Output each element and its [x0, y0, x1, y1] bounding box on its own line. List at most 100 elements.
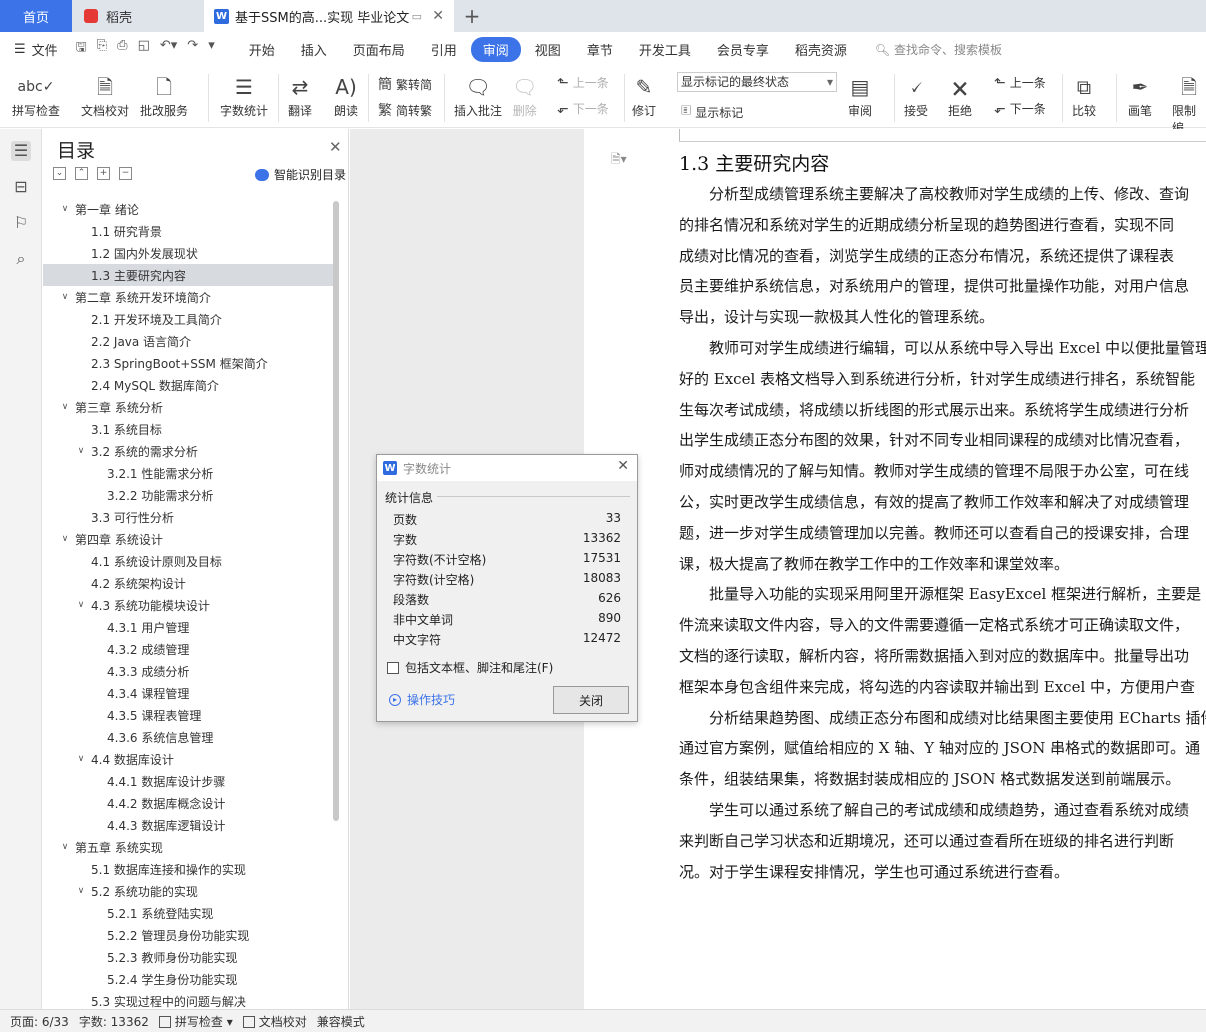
toc-item[interactable]: 4.2 系统架构设计 — [43, 572, 333, 594]
save-icon[interactable]: 🖫 — [76, 38, 87, 60]
simplified-to-traditional-button[interactable]: 繁 简转繁 — [378, 100, 432, 120]
chapter-nav-icon[interactable]: ⊟ — [11, 177, 31, 197]
chevron-down-icon[interactable]: ∨ — [59, 534, 71, 544]
toc-item[interactable]: 3.3 可行性分析 — [43, 506, 333, 528]
toc-item[interactable]: ∨ 5.2 系统功能的实现 — [43, 880, 333, 902]
toc-item[interactable]: ∨ 第三章 系统分析 — [43, 396, 333, 418]
toc-item[interactable]: ∨ 第四章 系统设计 — [43, 528, 333, 550]
toc-item[interactable]: 5.2.3 教师身份功能实现 — [43, 946, 333, 968]
toc-item[interactable]: 2.2 Java 语言简介 — [43, 330, 333, 352]
menu-developer[interactable]: 开发工具 — [627, 37, 703, 62]
toc-scrollbar[interactable] — [333, 201, 339, 821]
close-tab-icon[interactable]: ✕ — [432, 8, 444, 24]
batch-service-button[interactable]: 🗋 批改服务 — [140, 72, 188, 119]
add-heading-icon[interactable]: + — [97, 167, 110, 180]
spell-check-button[interactable]: abc✓ 拼写检查 — [12, 72, 60, 119]
chevron-down-icon[interactable]: ∨ — [75, 886, 87, 896]
prev-comment-button[interactable]: ⬑ 上一条 — [557, 74, 609, 91]
page-indicator[interactable]: 页面: 6/33 — [10, 1013, 69, 1030]
menu-review[interactable]: 审阅 — [470, 36, 521, 62]
chevron-down-icon[interactable]: ∨ — [75, 600, 87, 610]
tips-link[interactable]: ▸ 操作技巧 — [389, 691, 455, 708]
toc-item[interactable]: 4.3.4 课程管理 — [43, 682, 333, 704]
translate-button[interactable]: ⇄ 翻译 — [288, 72, 312, 119]
markup-state-select[interactable]: 显示标记的最终状态 — [677, 72, 837, 92]
paragraph-layout-icon[interactable]: 🗎▾ — [611, 150, 627, 171]
toc-item[interactable]: 1.3 主要研究内容 — [43, 264, 333, 286]
close-button[interactable]: 关闭 — [553, 686, 629, 714]
toc-item[interactable]: 5.3 实现过程中的问题与解决 — [43, 990, 333, 1009]
toc-item[interactable]: 1.2 国内外发展现状 — [43, 242, 333, 264]
close-toc-icon[interactable]: ✕ — [329, 138, 342, 156]
pen-button[interactable]: ✒ 画笔 — [1128, 72, 1152, 119]
collapse-all-icon[interactable]: ⌄ — [53, 167, 66, 180]
restrict-editing-button[interactable]: 🗎 限制编 — [1172, 72, 1206, 136]
insert-comment-button[interactable]: 🗨 插入批注 — [454, 72, 502, 119]
toc-item[interactable]: 2.3 SpringBoot+SSM 框架简介 — [43, 352, 333, 374]
proofread-status[interactable]: 文档校对 — [242, 1013, 307, 1030]
next-comment-button[interactable]: ⬐ 下一条 — [557, 100, 609, 117]
tab-document[interactable]: W 基于SSM的高...实现 毕业论文 ▭ ✕ — [204, 0, 454, 32]
chevron-down-icon[interactable]: ∨ — [75, 446, 87, 456]
window-pin-icon[interactable]: ▭ — [412, 10, 422, 23]
dialog-close-icon[interactable]: ✕ — [617, 458, 629, 474]
next-change-button[interactable]: ⬐ 下一条 — [994, 100, 1046, 117]
document-page[interactable]: 🗎▾ 1.3 主要研究内容 分析型成绩管理系统主要解决了高校教师对学生成绩的上传… — [584, 129, 1206, 1009]
toc-item[interactable]: 5.2.4 学生身份功能实现 — [43, 968, 333, 990]
toc-item[interactable]: 5.2.1 系统登陆实现 — [43, 902, 333, 924]
show-markup-button[interactable]: 🗉 显示标记 — [681, 100, 743, 124]
toc-item[interactable]: 4.4.1 数据库设计步骤 — [43, 770, 333, 792]
read-aloud-button[interactable]: A) 朗读 — [334, 72, 358, 119]
chevron-down-icon[interactable]: ∨ — [59, 842, 71, 852]
remove-heading-icon[interactable]: − — [119, 167, 132, 180]
menu-page-layout[interactable]: 页面布局 — [341, 37, 417, 62]
redo-icon[interactable]: ↷ — [187, 38, 198, 60]
print-icon[interactable]: ⎙ — [117, 38, 127, 60]
word-count-indicator[interactable]: 字数: 13362 — [79, 1013, 149, 1030]
toc-item[interactable]: 4.1 系统设计原则及目标 — [43, 550, 333, 572]
menu-member[interactable]: 会员专享 — [705, 37, 781, 62]
toc-item[interactable]: 4.3.1 用户管理 — [43, 616, 333, 638]
toc-item[interactable]: ∨ 第二章 系统开发环境简介 — [43, 286, 333, 308]
tab-home[interactable]: 首页 — [0, 0, 72, 32]
toc-item[interactable]: 4.3.5 课程表管理 — [43, 704, 333, 726]
toc-item[interactable]: 1.1 研究背景 — [43, 220, 333, 242]
toc-item[interactable]: 4.3.6 系统信息管理 — [43, 726, 333, 748]
spell-check-status[interactable]: 拼写检查 ▾ — [158, 1013, 233, 1030]
toc-item[interactable]: 2.4 MySQL 数据库简介 — [43, 374, 333, 396]
menu-insert[interactable]: 插入 — [289, 37, 339, 62]
toc-item[interactable]: ∨ 第五章 系统实现 — [43, 836, 333, 858]
include-textbox-checkbox[interactable]: 包括文本框、脚注和尾注(F) — [387, 659, 553, 676]
toc-item[interactable]: 2.1 开发环境及工具简介 — [43, 308, 333, 330]
track-changes-button[interactable]: ✎ 修订 — [632, 72, 656, 119]
smart-toc-button[interactable]: 智能识别目录 — [255, 166, 346, 183]
menu-start[interactable]: 开始 — [237, 37, 287, 62]
review-pane-button[interactable]: ▤ 审阅 — [848, 72, 872, 119]
more-icon[interactable]: ▾ — [208, 38, 215, 60]
chevron-down-icon[interactable]: ∨ — [59, 204, 71, 214]
traditional-to-simplified-button[interactable]: 簡 繁转简 — [378, 74, 432, 94]
menu-references[interactable]: 引用 — [419, 37, 469, 62]
doc-check-button[interactable]: 🗎 文档校对 — [81, 72, 129, 119]
toc-item[interactable]: 4.4.3 数据库逻辑设计 — [43, 814, 333, 836]
toc-item[interactable]: ∨ 4.4 数据库设计 — [43, 748, 333, 770]
toc-item[interactable]: 4.3.2 成绩管理 — [43, 638, 333, 660]
toc-item[interactable]: ∨ 4.3 系统功能模块设计 — [43, 594, 333, 616]
export-icon[interactable]: ⎘ — [97, 38, 107, 60]
menu-chapter[interactable]: 章节 — [575, 37, 625, 62]
chevron-down-icon[interactable]: ∨ — [75, 754, 87, 764]
bookmark-icon[interactable]: ⚐ — [11, 213, 31, 233]
toc-item[interactable]: 3.2.2 功能需求分析 — [43, 484, 333, 506]
accept-button[interactable]: 🗸 接受 — [904, 72, 928, 119]
file-menu[interactable]: ☰ 文件 — [14, 40, 58, 59]
toc-item[interactable]: 3.1 系统目标 — [43, 418, 333, 440]
delete-comment-button[interactable]: 🗨 删除 — [512, 72, 537, 119]
toc-item[interactable]: 4.4.2 数据库概念设计 — [43, 792, 333, 814]
command-search[interactable]: 🔍︎ 查找命令、搜索模板 — [875, 41, 1002, 58]
find-icon[interactable]: ⌕ — [11, 249, 31, 269]
menu-view[interactable]: 视图 — [523, 37, 573, 62]
menu-daoke-resources[interactable]: 稻壳资源 — [783, 37, 859, 62]
new-tab-button[interactable]: + — [460, 0, 484, 32]
toc-item[interactable]: 5.1 数据库连接和操作的实现 — [43, 858, 333, 880]
toc-item[interactable]: 5.2.2 管理员身份功能实现 — [43, 924, 333, 946]
